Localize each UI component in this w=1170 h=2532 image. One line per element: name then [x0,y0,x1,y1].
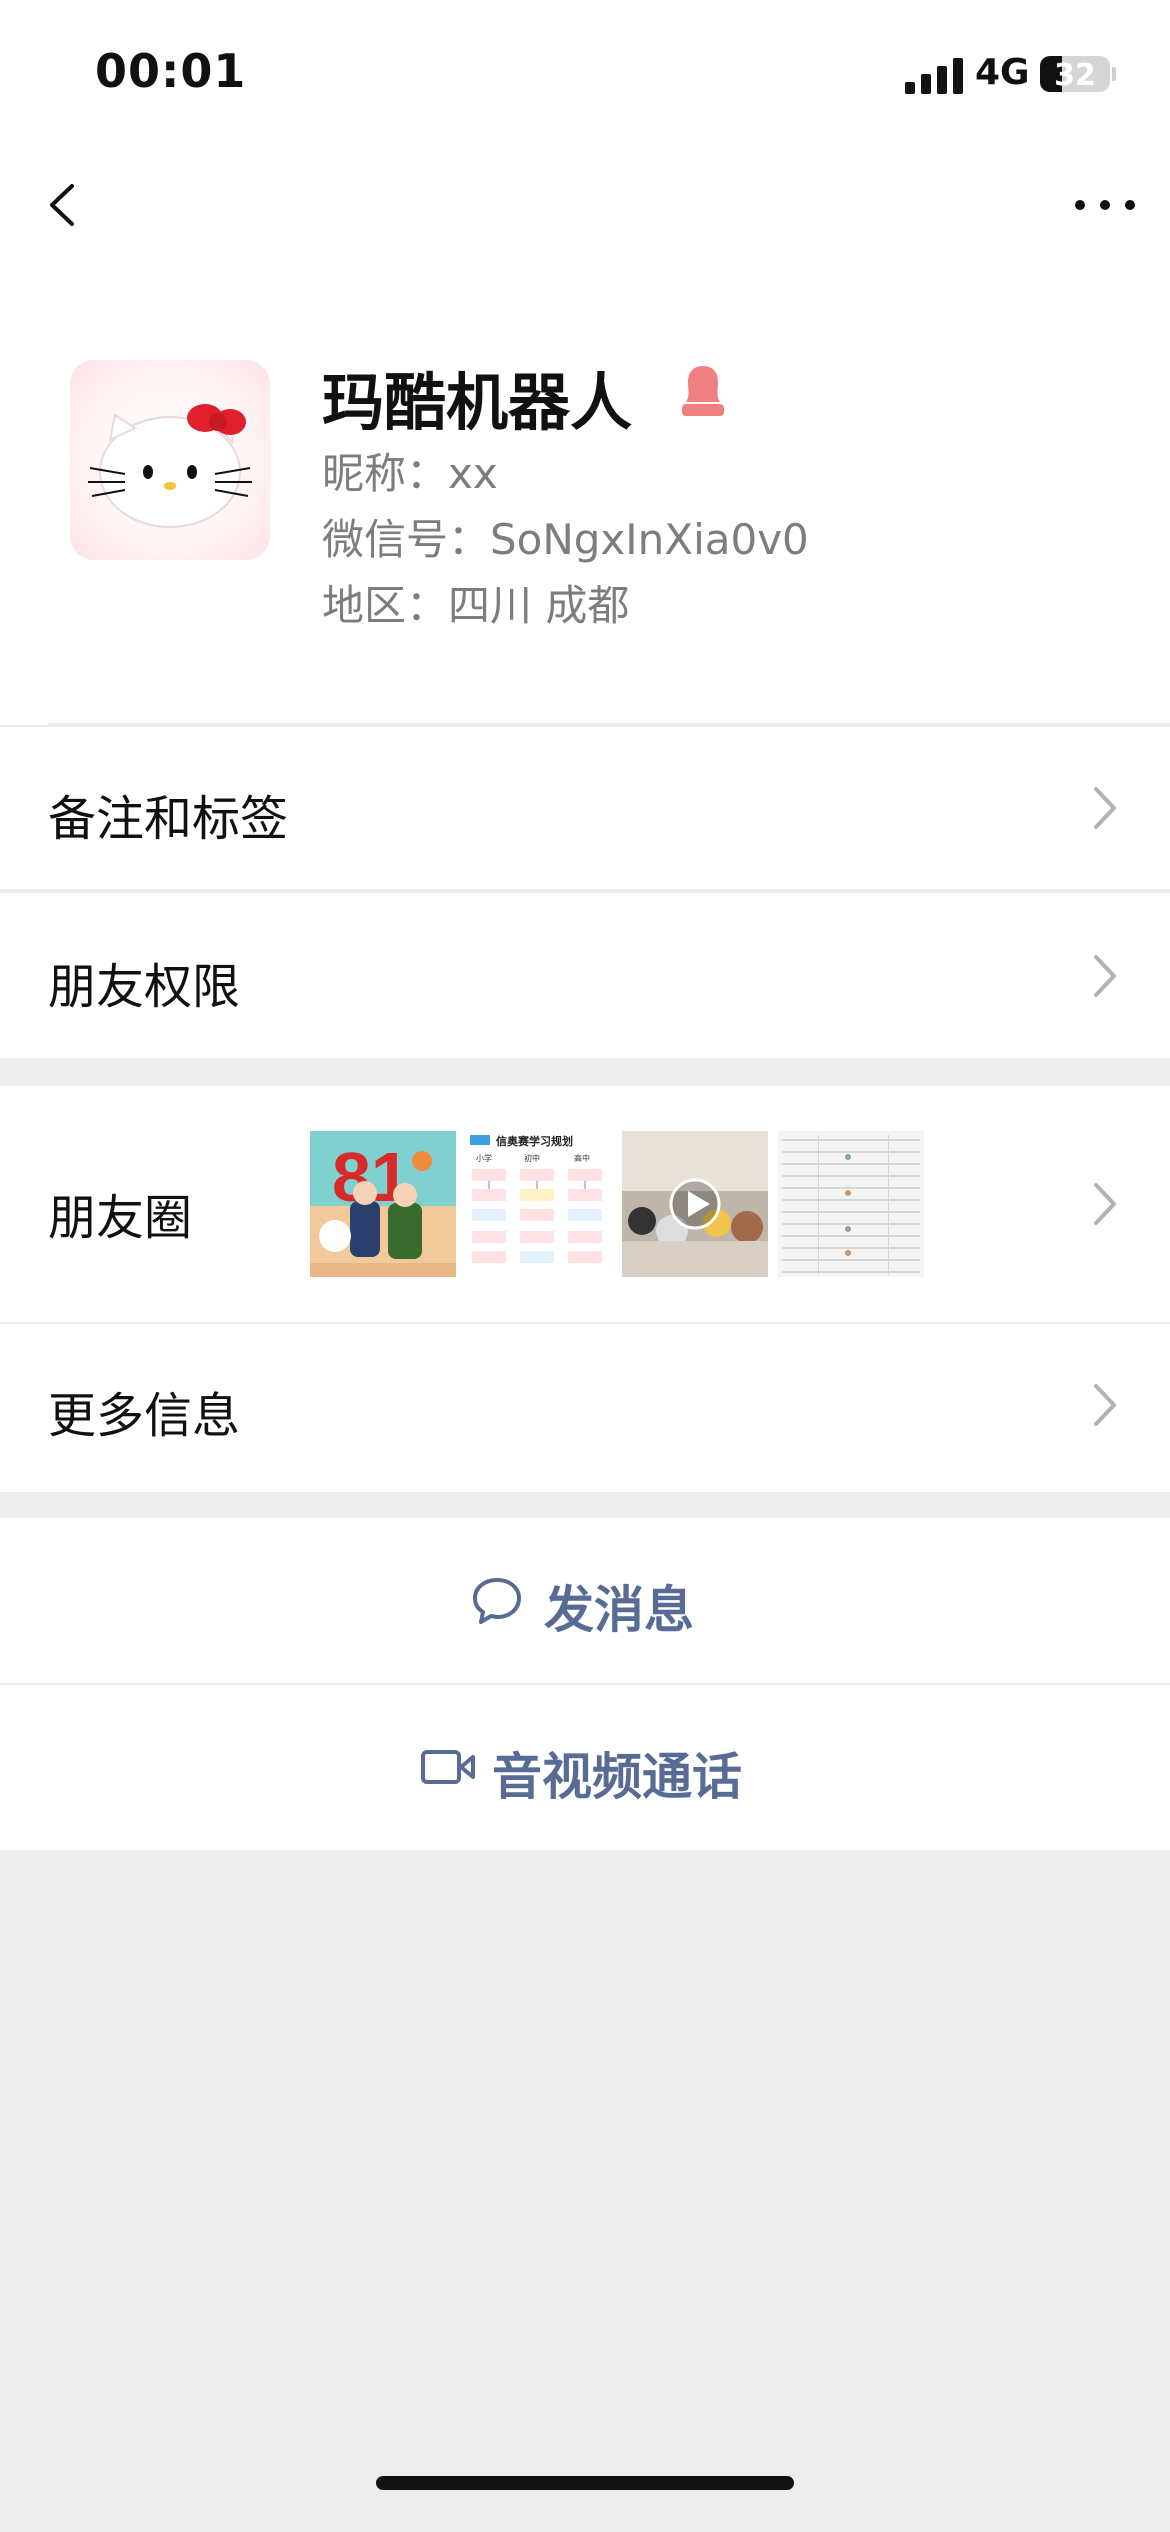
back-button[interactable] [40,180,90,230]
av-call-label: 音视频通话 [492,1748,742,1806]
av-call-button[interactable]: 音视频通话 [0,1685,1170,1850]
home-indicator[interactable] [376,2476,794,2490]
row-label: 朋友权限 [48,959,241,1015]
wechat-id[interactable]: 微信号：SoNgxInXia0v0 [322,506,809,567]
row-label: 备注和标签 [48,791,289,847]
row-label: 朋友圈 [48,1190,193,1246]
row-label: 更多信息 [48,1388,241,1444]
chevron-right-icon [1094,955,1116,997]
battery-level: 32 [1054,58,1096,92]
row-remarks-tags[interactable]: 备注和标签 [0,727,1170,893]
row-moments[interactable]: 朋友圈 81 信奥赛学习规划 小学 初中 高中 [0,1086,1170,1324]
chevron-right-icon [1094,787,1116,829]
row-more-info[interactable]: 更多信息 [0,1324,1170,1492]
send-message-button[interactable]: 发消息 [0,1518,1170,1683]
chevron-right-icon [1094,1384,1116,1426]
contact-name: 玛酷机器人 [322,366,633,439]
status-time: 00:01 [95,44,247,98]
profile-header: 玛酷机器人 昵称：xx 微信号：SoNgxInXia0v0 地区：四川 成都 [0,270,1170,725]
avatar[interactable] [70,360,270,560]
chevron-right-icon [1094,1183,1116,1225]
divider [48,723,1170,725]
send-message-label: 发消息 [544,1581,694,1639]
thumb-col1: 小学 [476,1153,492,1163]
row-friend-permissions[interactable]: 朋友权限 [0,893,1170,1058]
chat-bubble-icon [473,1578,521,1624]
battery-icon: 32 [1040,56,1110,92]
video-camera-icon [421,1750,475,1784]
moment-thumb-4[interactable] [778,1131,924,1277]
region: 地区：四川 成都 [322,581,630,630]
thumb-col3: 高中 [574,1153,590,1163]
nav-bar [0,140,1170,270]
hello-kitty-icon [88,404,252,528]
moment-thumb-3[interactable] [622,1131,768,1277]
nickname: 昵称：xx [322,449,498,498]
moment-thumb-2[interactable]: 信奥赛学习规划 小学 初中 高中 [466,1131,612,1277]
moment-thumb-1[interactable]: 81 [310,1131,456,1277]
thumb-title: 信奥赛学习规划 [496,1134,573,1148]
thumb-col2: 初中 [524,1153,540,1163]
female-icon [682,366,724,416]
battery-cap [1112,67,1116,81]
more-button[interactable] [1070,190,1140,220]
network-type: 4G [975,52,1030,93]
signal-icon [905,58,963,94]
status-bar: 00:01 4G 32 [0,0,1170,140]
